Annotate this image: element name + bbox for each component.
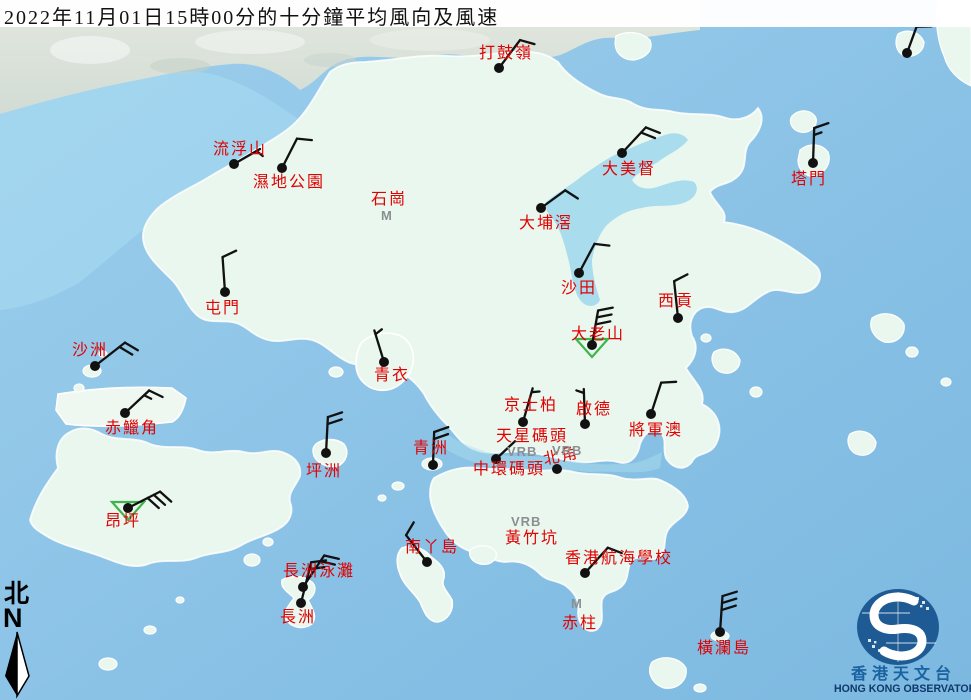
station-label-kings-park: 京士柏 <box>504 398 558 414</box>
station-label-shek-kong: 石崗 <box>371 192 407 208</box>
station-label-waglan-island: 橫瀾島 <box>697 641 751 657</box>
station-label-tseung-kwan-o: 將軍澳 <box>629 423 683 439</box>
missing-data-flag-shek-kong: M <box>381 209 392 222</box>
hko-logo-chinese: 香港天文台 <box>836 667 971 683</box>
station-label-tuen-mun: 屯門 <box>205 301 241 317</box>
station-label-tai-po-kau: 大埔滘 <box>519 216 573 232</box>
title-bar: 2022年11月01日15時00分的十分鐘平均風向及風速 <box>0 0 971 27</box>
station-label-cheung-chau: 長洲 <box>280 610 316 626</box>
station-label-ngong-ping: 昂坪 <box>105 514 141 530</box>
variable-wind-flag-star-ferry: VRB <box>507 445 537 458</box>
variable-wind-flag-north-point: VRB <box>552 444 582 457</box>
hko-logo-english: HONG KONG OBSERVATORY <box>834 684 971 695</box>
station-label-lamma-island: 南丫島 <box>405 540 459 556</box>
hko-logo: 香港天文台 HONG KONG OBSERVATORY <box>836 583 971 700</box>
missing-data-flag-stanley: M <box>571 597 582 610</box>
page-title: 2022年11月01日15時00分的十分鐘平均風向及風速 <box>4 1 499 30</box>
station-label-ta-kwu-ling: 打鼓嶺 <box>479 46 533 62</box>
variable-wind-flag-wong-chuk-hang: VRB <box>511 515 541 528</box>
station-label-tai-mei-tuk: 大美督 <box>602 162 656 178</box>
station-label-tap-mun: 塔門 <box>791 172 827 188</box>
station-labels-layer: 打鼓嶺流浮山濕地公園大美督塔門石崗M大埔滘沙田屯門沙洲西貢大老山青衣赤鱲角坪洲青… <box>0 0 971 700</box>
station-label-peng-chau: 坪洲 <box>306 464 342 480</box>
station-label-wong-chuk-hang: 黃竹坑 <box>505 531 559 547</box>
north-arrow-icon <box>0 630 40 700</box>
hko-logo-icon <box>836 583 971 667</box>
compass-north-letter: N <box>3 605 23 632</box>
station-label-kai-tak: 啟德 <box>576 402 612 418</box>
station-label-sha-chau: 沙洲 <box>72 343 108 359</box>
station-label-hk-sea-school: 香港航海學校 <box>565 551 673 567</box>
station-label-green-island: 青洲 <box>413 441 449 457</box>
station-label-tsing-yi: 青衣 <box>374 368 410 384</box>
station-label-cheung-chau-beach: 長洲泳灘 <box>283 564 355 580</box>
station-label-sai-kung: 西貢 <box>658 294 694 310</box>
station-label-stanley: 赤柱 <box>562 616 598 632</box>
station-label-chek-lap-kok: 赤鱲角 <box>105 421 159 437</box>
station-label-lau-fau-shan: 流浮山 <box>213 142 267 158</box>
station-label-central-pier: 中環碼頭 <box>473 462 545 478</box>
north-compass: 北 N <box>0 582 40 700</box>
station-label-wetland-park: 濕地公園 <box>253 175 325 191</box>
station-label-tates-cairn: 大老山 <box>571 327 625 343</box>
station-label-sha-tin: 沙田 <box>561 281 597 297</box>
map-stage: 打鼓嶺流浮山濕地公園大美督塔門石崗M大埔滘沙田屯門沙洲西貢大老山青衣赤鱲角坪洲青… <box>0 0 971 700</box>
